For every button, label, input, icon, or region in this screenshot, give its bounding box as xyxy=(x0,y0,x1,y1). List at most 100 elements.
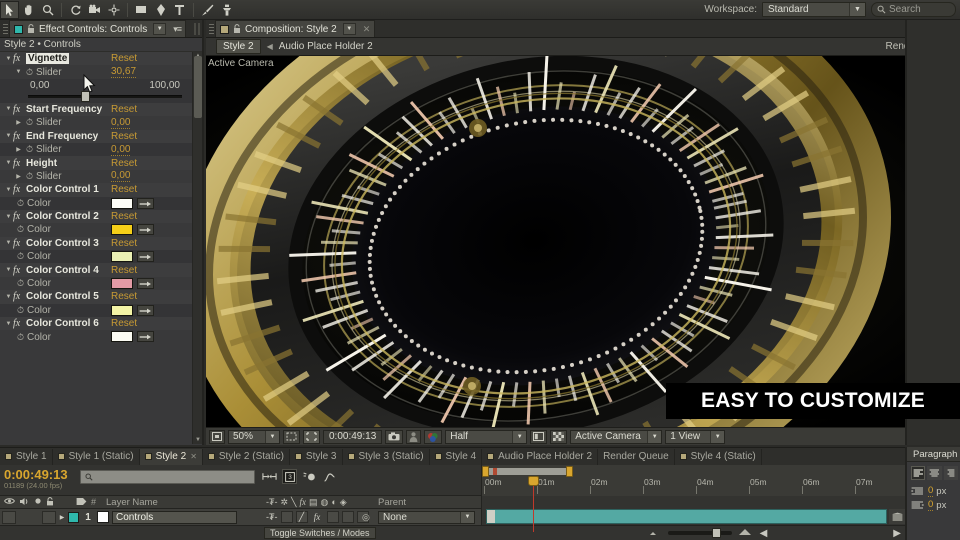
effect-property-6[interactable]: ⏱ Color xyxy=(0,223,202,236)
track-end-icon[interactable] xyxy=(889,509,905,524)
close-icon[interactable]: ✕ xyxy=(363,24,371,35)
timeline-zoom-knob[interactable] xyxy=(711,528,721,538)
disclosure-triangle-icon[interactable]: ▼ xyxy=(4,267,13,273)
audio-icon[interactable] xyxy=(19,497,30,508)
always-preview-icon[interactable] xyxy=(209,429,225,444)
stopwatch-icon[interactable]: ⏱ xyxy=(14,305,27,316)
disclosure-triangle-icon[interactable]: ▼ xyxy=(4,133,13,139)
eyedropper-icon[interactable] xyxy=(137,304,154,316)
reset-link[interactable]: Reset xyxy=(111,238,137,249)
effect-group-2[interactable]: ▼ fx Start Frequency Reset xyxy=(0,102,202,117)
layer-name-header[interactable]: Layer Name xyxy=(106,497,158,508)
region-of-interest-icon[interactable] xyxy=(283,429,300,444)
work-area-end-handle[interactable] xyxy=(566,466,573,477)
tab-composition[interactable]: Composition: Style 2 ▼ ✕ xyxy=(215,20,376,37)
motion-blur-switch-icon[interactable]: ◍ xyxy=(320,497,328,508)
effect-group-5[interactable]: ▼ fx Color Control 1 Reset xyxy=(0,183,202,197)
composition-mini-flowchart-icon[interactable] xyxy=(262,469,277,484)
timeline-tab-3[interactable]: Style 2 ✕ xyxy=(139,448,203,465)
motion-blur-icon[interactable] xyxy=(302,469,317,484)
effect-name[interactable]: Color Control 4 xyxy=(26,265,99,276)
pan-behind-tool-icon[interactable] xyxy=(104,1,123,19)
show-snapshot-icon[interactable] xyxy=(406,429,422,444)
zoom-tool-icon[interactable] xyxy=(38,1,57,19)
rotation-tool-icon[interactable] xyxy=(66,1,85,19)
view-layout-select[interactable]: 1 View ▼ xyxy=(665,429,726,444)
clone-stamp-tool-icon[interactable] xyxy=(217,1,236,19)
align-center-button[interactable] xyxy=(927,466,942,480)
brush-tool-icon[interactable] xyxy=(198,1,217,19)
effect-name[interactable]: End Frequency xyxy=(26,131,98,142)
stopwatch-icon[interactable]: ⏱ xyxy=(23,171,36,182)
snapshot-icon[interactable] xyxy=(385,429,404,444)
timeline-tab-8[interactable]: Audio Place Holder 2 xyxy=(482,448,599,465)
stopwatch-icon[interactable]: ⏱ xyxy=(14,198,27,209)
effect-group-9[interactable]: ▼ fx Color Control 5 Reset xyxy=(0,290,202,304)
reset-link[interactable]: Reset xyxy=(111,53,137,64)
effect-property-8[interactable]: ⏱ Color xyxy=(0,277,202,290)
timeline-tab-4[interactable]: Style 2 (Static) xyxy=(203,448,290,465)
transparency-grid-icon[interactable] xyxy=(550,429,568,444)
layer-name[interactable]: Controls xyxy=(112,510,237,524)
eye-icon[interactable] xyxy=(4,497,15,507)
scrollbar-thumb[interactable] xyxy=(194,56,202,118)
indent-right-field[interactable]: 0 px xyxy=(907,497,960,511)
collapse-switch[interactable] xyxy=(280,511,293,523)
timeline-zoom-slider[interactable] xyxy=(667,528,732,538)
stopwatch-icon[interactable]: ⏱ xyxy=(23,117,36,128)
quality-switch[interactable]: ╱ xyxy=(295,511,308,523)
reset-link[interactable]: Reset xyxy=(111,158,137,169)
lock-icon[interactable] xyxy=(46,496,54,508)
effect-property-7[interactable]: ⏱ Color xyxy=(0,250,202,264)
layer-visibility-toggle[interactable] xyxy=(2,510,16,524)
close-icon[interactable]: ✕ xyxy=(190,452,197,461)
effect-property-10[interactable]: ⏱ Color xyxy=(0,330,202,343)
effect-group-1[interactable]: ▼ fx Vignette Reset xyxy=(0,52,202,66)
timeline-tab-9[interactable]: Render Queue xyxy=(598,448,675,465)
layer-lock-toggle[interactable] xyxy=(42,510,56,524)
color-swatch[interactable] xyxy=(111,251,133,263)
adjustment-icon[interactable]: ◐ xyxy=(331,497,336,507)
disclosure-triangle-icon[interactable]: ▼ xyxy=(4,106,13,112)
property-disclosure-icon[interactable]: ▼ xyxy=(14,69,23,75)
effect-name[interactable]: Color Control 6 xyxy=(26,318,99,329)
panel-grip-icon[interactable] xyxy=(206,21,215,37)
timeline-search-input[interactable] xyxy=(80,470,255,484)
panel-grip-right[interactable] xyxy=(194,22,202,35)
viewer-timecode[interactable]: 0:00:49:13 xyxy=(323,429,383,444)
effect-property-9[interactable]: ⏱ Color xyxy=(0,303,202,318)
channel-select-icon[interactable] xyxy=(424,429,443,444)
chevron-down-icon[interactable]: ▼ xyxy=(153,23,167,35)
effect-name[interactable]: Height xyxy=(26,158,57,169)
color-swatch[interactable] xyxy=(111,304,133,316)
property-disclosure-icon[interactable]: ▶ xyxy=(14,146,23,153)
shy-icon[interactable]: -₮- xyxy=(266,497,278,507)
slider-widget-1[interactable]: 0,00 100,00 xyxy=(0,78,202,103)
timeline-ruler[interactable]: 00m 01m 02m 03m 04m 05m 06m 07m xyxy=(481,465,905,532)
indent-left-field[interactable]: 0 px xyxy=(907,483,960,497)
view-camera-select[interactable]: Active Camera ▼ xyxy=(570,429,663,444)
disclosure-triangle-icon[interactable]: ▼ xyxy=(4,160,13,166)
work-area-bar[interactable] xyxy=(484,467,572,476)
chain-item-next[interactable]: Audio Place Holder 2 xyxy=(279,41,373,52)
effect-group-8[interactable]: ▼ fx Color Control 4 Reset xyxy=(0,263,202,277)
type-tool-icon[interactable] xyxy=(170,1,189,19)
timeline-tab-6[interactable]: Style 3 (Static) xyxy=(343,448,430,465)
frame-blend-icon[interactable]: ▤ xyxy=(309,497,318,508)
layer-label-swatch[interactable] xyxy=(68,511,79,523)
shy-switch-icon[interactable]: -₮- xyxy=(266,512,278,522)
panel-grip-icon[interactable] xyxy=(0,21,9,37)
reset-link[interactable]: Reset xyxy=(111,291,137,302)
parent-column-header[interactable]: Parent xyxy=(378,497,406,508)
search-input[interactable]: Search xyxy=(871,2,956,17)
effect-group-6[interactable]: ▼ fx Color Control 2 Reset xyxy=(0,209,202,224)
stopwatch-icon[interactable]: ⏱ xyxy=(14,278,27,289)
property-value[interactable]: 30,67 xyxy=(111,66,137,79)
draft-3d-icon[interactable]: 3 xyxy=(282,469,297,484)
property-value[interactable]: 0,00 xyxy=(111,144,131,156)
property-disclosure-icon[interactable]: ▶ xyxy=(14,173,23,180)
color-swatch[interactable] xyxy=(111,277,133,289)
work-area-start-handle[interactable] xyxy=(482,466,489,477)
reset-link[interactable]: Reset xyxy=(111,184,137,195)
effect-name[interactable]: Vignette xyxy=(26,53,70,65)
